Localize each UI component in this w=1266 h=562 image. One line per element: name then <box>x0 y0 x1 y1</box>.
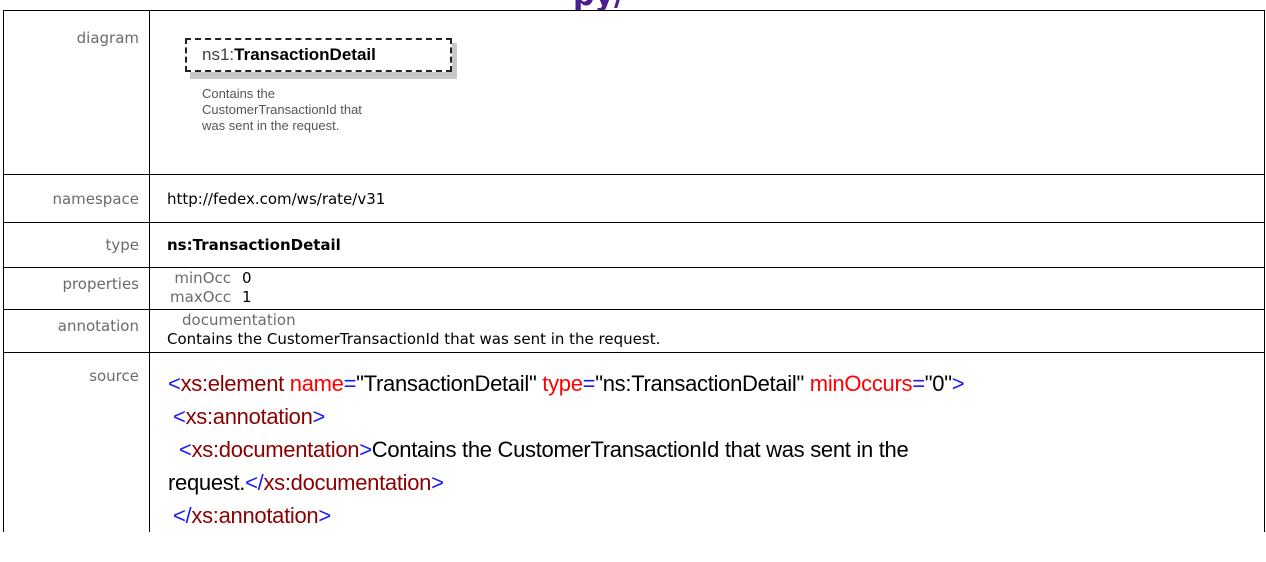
property-key: minOcc <box>174 269 231 287</box>
source-cell: <xs:element name="TransactionDetail" typ… <box>149 352 1265 532</box>
annotation-heading: documentation <box>182 311 296 329</box>
diagram-row: diagram ns1: TransactionDetail Contains t… <box>3 10 1265 175</box>
source-line: <xs:element name="TransactionDetail" typ… <box>168 367 1264 400</box>
properties-grid: minOcc 0 maxOcc 1 <box>155 269 1264 307</box>
xml-tag: xs:element <box>180 371 285 396</box>
xml-eq: = <box>912 371 925 396</box>
xml-bracket: > <box>431 470 444 495</box>
xml-attr: name <box>283 371 344 396</box>
namespace-label: namespace <box>3 174 150 223</box>
namespace-row: namespace http://fedex.com/ws/rate/v31 <box>3 174 1265 223</box>
properties-label: properties <box>3 267 150 310</box>
xml-eq: = <box>343 371 357 396</box>
diagram-doc-line: was sent in the request. <box>202 118 340 133</box>
xml-text: request. <box>168 470 246 495</box>
xml-bracket: </ <box>173 503 192 528</box>
diagram-doc-line: Contains the <box>202 86 275 101</box>
property-value: 1 <box>242 288 252 306</box>
type-value-link[interactable]: ns:TransactionDetail <box>167 236 341 254</box>
type-cell: ns:TransactionDetail <box>149 222 1265 268</box>
diagram-doc-line: CustomerTransactionId that <box>202 102 362 117</box>
source-row: source <xs:element name="TransactionDeta… <box>3 352 1265 532</box>
xml-tag: xs:annotation <box>191 503 319 528</box>
node-box: ns1: TransactionDetail <box>185 38 452 72</box>
xml-bracket: < <box>179 437 192 462</box>
property-key: maxOcc <box>170 288 231 306</box>
annotation-row: annotation documentation Contains the Cu… <box>3 309 1265 353</box>
node-name: TransactionDetail <box>234 45 376 64</box>
xml-bracket: > <box>312 404 326 429</box>
xml-eq: = <box>582 371 596 396</box>
diagram-element-node[interactable]: ns1: TransactionDetail <box>185 38 463 82</box>
xml-bracket: < <box>173 404 186 429</box>
source-label: source <box>3 352 150 532</box>
xml-text: Contains the CustomerTransactionId that … <box>371 437 909 462</box>
heading-text: py/ <box>573 0 625 10</box>
namespace-value: http://fedex.com/ws/rate/v31 <box>149 174 1265 223</box>
xml-tag: xs:documentation <box>263 470 432 495</box>
xml-attr: minOccurs <box>803 371 913 396</box>
xml-value: "TransactionDetail" <box>356 371 537 396</box>
xml-bracket: > <box>318 503 331 528</box>
xml-value: "0" <box>924 371 952 396</box>
xml-tag: xs:annotation <box>185 404 313 429</box>
type-label: type <box>3 222 150 268</box>
annotation-text: Contains the CustomerTransactionId that … <box>167 330 661 348</box>
element-properties-table: diagram ns1: TransactionDetail Contains t… <box>3 10 1265 532</box>
source-line: <xs:documentation>Contains the CustomerT… <box>168 433 1264 466</box>
diagram-cell: ns1: TransactionDetail Contains the Custo… <box>149 10 1265 175</box>
source-line: <xs:annotation> <box>168 400 1264 433</box>
diagram-label: diagram <box>3 10 150 175</box>
xml-bracket: > <box>359 437 372 462</box>
properties-row: properties minOcc 0 maxOcc 1 <box>3 267 1265 310</box>
page-heading-fragment: py/ <box>0 0 1266 10</box>
xml-tag: xs:documentation <box>191 437 360 462</box>
properties-cell: minOcc 0 maxOcc 1 <box>149 267 1265 310</box>
xml-source-code: <xs:element name="TransactionDetail" typ… <box>168 367 1264 532</box>
property-value: 0 <box>242 269 252 287</box>
xml-bracket: </ <box>245 470 264 495</box>
xml-attr: type <box>536 371 583 396</box>
source-line: request.</xs:documentation> <box>168 466 1264 499</box>
xml-bracket: > <box>951 371 965 396</box>
node-prefix: ns1: <box>202 45 235 64</box>
type-row: type ns:TransactionDetail <box>3 222 1265 268</box>
xml-bracket: < <box>168 371 181 396</box>
xml-value: "ns:TransactionDetail" <box>595 371 804 396</box>
annotation-cell: documentation Contains the CustomerTrans… <box>149 309 1265 353</box>
source-line: </xs:annotation> <box>168 499 1264 532</box>
diagram-documentation: Contains the CustomerTransactionId that … <box>202 86 442 134</box>
annotation-label: annotation <box>3 309 150 353</box>
